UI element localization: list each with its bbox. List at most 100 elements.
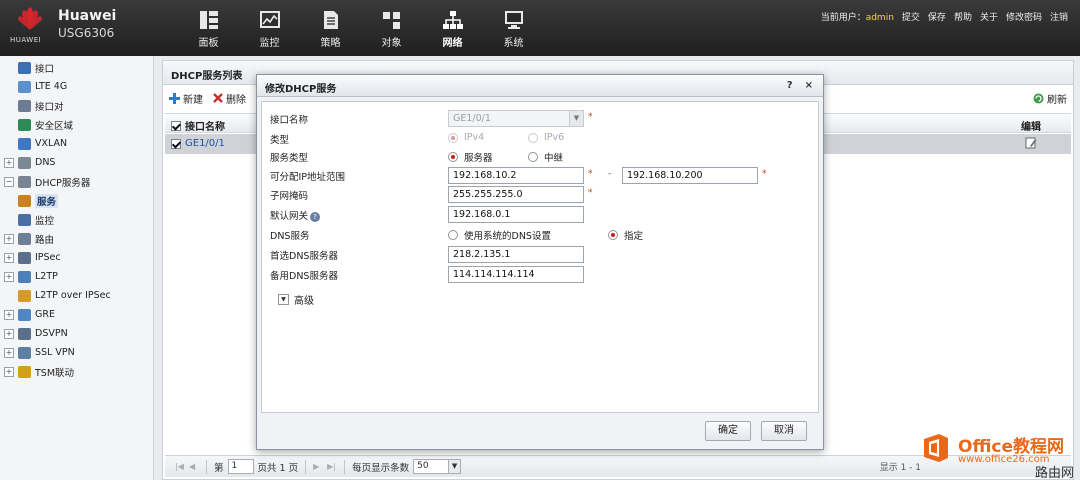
sidebar-item-label: IPSec (35, 252, 61, 263)
collapse-icon[interactable]: − (4, 176, 14, 187)
per-page-label: 每页显示条数 (352, 462, 410, 474)
expand-icon[interactable]: + (4, 233, 14, 244)
current-user: 当前用户：admin (821, 10, 894, 23)
tsm-shield-icon (18, 365, 31, 378)
sidebar-item[interactable]: + IPSec (0, 248, 153, 267)
ip-range-start-input[interactable]: 192.168.10.2 (448, 167, 584, 184)
sidebar-item[interactable]: − DHCP服务器 (0, 172, 153, 191)
sidebar-item[interactable]: LTE 4G (0, 77, 153, 96)
sidebar-item[interactable]: 接口对 (0, 96, 153, 115)
refresh-button[interactable]: 刷新 (1033, 91, 1067, 106)
radio-selected-icon (608, 230, 618, 240)
primary-dns-input[interactable]: 218.2.135.1 (448, 246, 584, 263)
gateway-label-wrap: 默认网关? (270, 208, 321, 222)
per-page-select[interactable]: 50 ▼ (413, 459, 462, 474)
new-button[interactable]: 新建 (169, 91, 203, 106)
secondary-dns-input[interactable]: 114.114.114.114 (448, 266, 584, 283)
next-page-button[interactable]: ▶ (313, 462, 323, 472)
refresh-button-label: 刷新 (1047, 95, 1067, 106)
nav-object[interactable]: 对象 (361, 10, 422, 49)
dialog-close-button[interactable]: × (805, 80, 813, 91)
sidebar-item[interactable]: + SSL VPN (0, 343, 153, 362)
sidebar-item[interactable]: + GRE (0, 305, 153, 324)
ip-range-end-input[interactable]: 192.168.10.200 (622, 167, 758, 184)
sidebar-item-label: L2TP (35, 271, 58, 282)
service-server-radio[interactable]: 服务器 (448, 150, 493, 164)
link-about[interactable]: 关于 (980, 10, 998, 23)
link-logout[interactable]: 注销 (1050, 10, 1068, 23)
sidebar-item[interactable]: L2TP over IPSec (0, 286, 153, 305)
default-gateway-input[interactable]: 192.168.0.1 (448, 206, 584, 223)
expand-icon[interactable]: + (4, 271, 14, 282)
service-type-label: 服务类型 (270, 153, 309, 164)
link-change-password[interactable]: 修改密码 (1006, 10, 1042, 23)
advanced-toggle[interactable]: ▼ 高级 (278, 292, 314, 307)
link-help[interactable]: 帮助 (954, 10, 972, 23)
row-interface-link[interactable]: GE1/0/1 (185, 138, 225, 149)
help-question-icon[interactable]: ? (310, 212, 321, 222)
expand-icon[interactable]: + (4, 309, 14, 320)
sidebar-item[interactable]: + DNS (0, 153, 153, 172)
sidebar-item-label: LTE 4G (35, 81, 68, 92)
type-ipv6-label: IPv6 (544, 132, 565, 143)
row-checkbox[interactable] (171, 138, 181, 149)
pager-separator (305, 459, 307, 474)
dsvpn-icon (18, 327, 31, 340)
last-page-button[interactable]: ▶| (327, 462, 337, 472)
dialog-help-button[interactable]: ? (787, 80, 793, 91)
pager-separator (206, 459, 207, 474)
expand-icon[interactable]: + (4, 328, 14, 339)
service-relay-radio[interactable]: 中继 (528, 150, 563, 164)
main-nav: 面板 监控 策略 对象 网络 系统 (178, 10, 544, 49)
nav-system[interactable]: 系统 (483, 10, 544, 49)
sidebar: 接口 LTE 4G 接口对 安全区域 VXLAN + DNS − DHCP服务器 服务 监控 + 路由 +… (0, 56, 154, 480)
page-number-input[interactable]: 1 (227, 459, 254, 474)
sidebar-item-label: DHCP服务器 (35, 177, 91, 189)
ssl-vpn-icon (18, 346, 31, 359)
sidebar-item[interactable]: + DSVPN (0, 324, 153, 343)
expand-icon[interactable]: + (4, 347, 14, 358)
per-page-value: 50 (417, 461, 429, 471)
sidebar-item[interactable]: 服务 (0, 191, 153, 210)
ipsec-icon (18, 251, 31, 264)
edit-dhcp-dialog: 修改DHCP服务 ? × 接口名称 GE1/0/1 ▼ * 类型 IPv4 IP… (256, 74, 824, 450)
sidebar-item[interactable]: 安全区域 (0, 115, 153, 134)
first-page-button[interactable]: |◀ (175, 462, 185, 472)
huawei-logo: HUAWEI (8, 6, 52, 50)
radio-selected-icon (448, 132, 458, 143)
nav-policy[interactable]: 策略 (300, 10, 361, 49)
expand-icon[interactable]: + (4, 252, 14, 263)
sidebar-item[interactable]: VXLAN (0, 134, 153, 153)
select-all-checkbox[interactable] (171, 120, 181, 131)
dns-system-radio[interactable]: 使用系统的DNS设置 (448, 228, 551, 242)
required-mark: * (588, 169, 593, 179)
cancel-button[interactable]: 取消 (761, 421, 807, 441)
expand-icon[interactable]: + (4, 366, 14, 377)
sidebar-item[interactable]: + 路由 (0, 229, 153, 248)
prev-page-button[interactable]: ◀ (189, 462, 199, 472)
security-zone-icon (18, 118, 31, 131)
dialog-title: 修改DHCP服务 (257, 75, 823, 97)
sidebar-item[interactable]: 监控 (0, 210, 153, 229)
nav-monitor[interactable]: 监控 (239, 10, 300, 49)
subnet-mask-input[interactable]: 255.255.255.0 (448, 186, 584, 203)
system-monitor-icon (504, 11, 523, 29)
wireless-icon (18, 80, 31, 93)
sidebar-item[interactable]: 接口 (0, 58, 153, 77)
expand-icon[interactable]: + (4, 157, 14, 168)
nav-network[interactable]: 网络 (422, 10, 483, 49)
link-submit[interactable]: 提交 (902, 10, 920, 23)
nav-dashboard[interactable]: 面板 (178, 10, 239, 49)
network-topology-icon (442, 11, 463, 29)
sidebar-item[interactable]: + L2TP (0, 267, 153, 286)
link-save[interactable]: 保存 (928, 10, 946, 23)
delete-button[interactable]: 删除 (213, 91, 246, 106)
dns-specify-radio[interactable]: 指定 (608, 228, 643, 242)
sidebar-item[interactable]: + TSM联动 (0, 362, 153, 381)
edit-icon[interactable] (1025, 137, 1037, 149)
dialog-controls: ? × (787, 80, 813, 91)
ok-button[interactable]: 确定 (705, 421, 751, 441)
